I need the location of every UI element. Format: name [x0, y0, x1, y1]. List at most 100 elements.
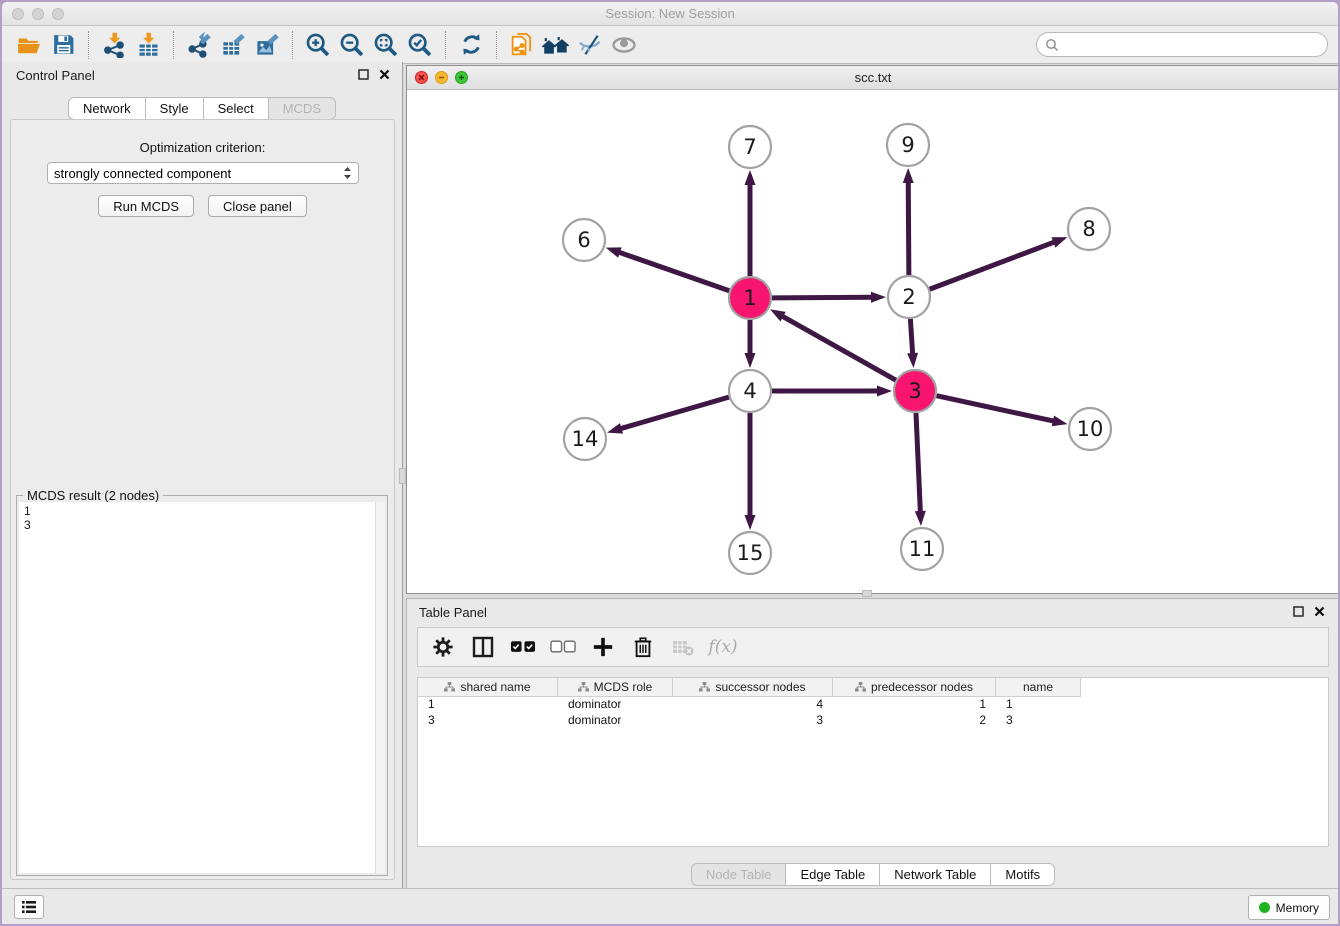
zoom-out-icon[interactable]: [335, 30, 369, 60]
edge-1-2[interactable]: [772, 297, 873, 298]
table-panel-title: Table Panel: [419, 605, 487, 620]
refresh-icon[interactable]: [454, 30, 488, 60]
column-header-MCDS-role[interactable]: MCDS role: [558, 678, 673, 697]
control-panel-title: Control Panel: [16, 68, 95, 83]
column-header-label: shared name: [460, 680, 530, 694]
home-icon[interactable]: [539, 30, 573, 60]
import-network-icon[interactable]: [97, 30, 131, 60]
mcds-result-text[interactable]: 1 3: [19, 502, 375, 873]
show-eye-icon: [607, 30, 641, 60]
toolbar-separator: [496, 31, 497, 59]
search-box[interactable]: [1036, 32, 1328, 57]
tab-network[interactable]: Network: [68, 97, 146, 120]
export-network-icon[interactable]: [182, 30, 216, 60]
graph-node-label-15: 15: [737, 541, 764, 565]
node-table: shared name MCDS role successor nodes prede…: [417, 677, 1329, 847]
close-table-panel-icon[interactable]: [1314, 606, 1325, 617]
tab-mcds[interactable]: MCDS: [269, 97, 336, 120]
table-cell[interactable]: 1: [996, 697, 1081, 713]
add-column-icon[interactable]: [590, 634, 616, 660]
edge-2-9[interactable]: [908, 181, 909, 275]
network-canvas[interactable]: 7968124314101511: [407, 90, 1338, 593]
horizontal-splitter-handle[interactable]: [862, 590, 872, 597]
edge-3-11[interactable]: [916, 413, 920, 513]
zoom-selected-icon[interactable]: [403, 30, 437, 60]
table-panel-tabs: Node Table Edge Table Network Table Moti…: [407, 863, 1338, 886]
save-session-icon[interactable]: [46, 30, 80, 60]
edge-arrowhead: [903, 168, 914, 183]
table-cell[interactable]: 4: [673, 697, 833, 713]
memory-status-icon: [1259, 902, 1270, 913]
tab-network-table[interactable]: Network Table: [880, 863, 991, 886]
graph-node-label-7: 7: [743, 135, 756, 159]
column-header-predecessor-nodes[interactable]: predecessor nodes: [833, 678, 996, 697]
app-titlebar: Session: New Session: [2, 2, 1338, 26]
edge-4-14[interactable]: [620, 397, 729, 429]
open-session-icon[interactable]: [12, 30, 46, 60]
column-header-label: successor nodes: [715, 680, 805, 694]
open-network-file-icon[interactable]: [505, 30, 539, 60]
zoom-in-icon[interactable]: [301, 30, 335, 60]
table-cell[interactable]: 2: [833, 713, 996, 729]
edge-2-8[interactable]: [930, 242, 1056, 290]
tab-motifs[interactable]: Motifs: [991, 863, 1055, 886]
column-type-icon: [578, 682, 589, 692]
network-graph[interactable]: 7968124314101511: [407, 90, 1338, 593]
close-panel-icon[interactable]: [379, 69, 390, 80]
task-history-button[interactable]: [14, 895, 44, 919]
optimization-criterion-label: Optimization criterion:: [11, 140, 394, 155]
edge-arrowhead: [745, 515, 756, 530]
search-input[interactable]: [1065, 35, 1327, 55]
run-mcds-button[interactable]: Run MCDS: [98, 195, 194, 217]
table-cell[interactable]: dominator: [558, 697, 673, 713]
zoom-fit-icon[interactable]: [369, 30, 403, 60]
column-header-filler: [1081, 678, 1328, 697]
criterion-select[interactable]: strongly connected component: [47, 162, 359, 184]
edge-arrowhead: [745, 353, 756, 368]
table-cell[interactable]: 1: [418, 697, 558, 713]
table-settings-gear-icon[interactable]: [430, 634, 456, 660]
edge-1-6[interactable]: [618, 252, 729, 291]
table-cell[interactable]: dominator: [558, 713, 673, 729]
import-table-icon[interactable]: [131, 30, 165, 60]
tab-edge-table[interactable]: Edge Table: [786, 863, 880, 886]
table-body: 1dominator4113dominator323: [418, 697, 1328, 729]
delete-column-icon[interactable]: [630, 634, 656, 660]
edge-3-10[interactable]: [936, 396, 1054, 422]
export-image-icon[interactable]: [250, 30, 284, 60]
table-cell[interactable]: 3: [418, 713, 558, 729]
app-title: Session: New Session: [2, 6, 1338, 21]
edge-arrowhead: [915, 511, 926, 526]
edge-2-3[interactable]: [910, 319, 912, 355]
result-scrollbar[interactable]: [375, 502, 385, 873]
hide-panels-eye-icon[interactable]: [573, 30, 607, 60]
table-cell[interactable]: 1: [833, 697, 996, 713]
export-table-icon[interactable]: [216, 30, 250, 60]
tab-node-table[interactable]: Node Table: [691, 863, 787, 886]
table-row[interactable]: 1dominator411: [418, 697, 1328, 713]
close-panel-button[interactable]: Close panel: [208, 195, 307, 217]
edge-3-1[interactable]: [781, 316, 895, 381]
select-stepper-icon: [343, 166, 352, 180]
column-header-name[interactable]: name: [996, 678, 1081, 697]
memory-button[interactable]: Memory: [1248, 895, 1330, 920]
mcds-result-title: MCDS result (2 nodes): [23, 488, 163, 503]
tab-style[interactable]: Style: [146, 97, 204, 120]
table-cell[interactable]: 3: [996, 713, 1081, 729]
tab-select[interactable]: Select: [204, 97, 269, 120]
memory-label: Memory: [1276, 901, 1319, 915]
column-header-successor-nodes[interactable]: successor nodes: [673, 678, 833, 697]
column-header-shared-name[interactable]: shared name: [418, 678, 558, 697]
network-view-window: scc.txt 7968124314101511: [406, 65, 1338, 594]
table-cell[interactable]: 3: [673, 713, 833, 729]
control-panel: Control Panel Network Style Select MCDS …: [2, 62, 403, 890]
float-panel-icon[interactable]: [358, 69, 369, 80]
mcds-result-group: MCDS result (2 nodes) 1 3: [16, 495, 388, 876]
float-table-panel-icon[interactable]: [1293, 606, 1304, 617]
deselect-all-rows-icon[interactable]: [550, 634, 576, 660]
select-all-rows-icon[interactable]: [510, 634, 536, 660]
table-row[interactable]: 3dominator323: [418, 713, 1328, 729]
show-columns-icon[interactable]: [470, 634, 496, 660]
vertical-splitter-handle[interactable]: [399, 468, 406, 484]
main-toolbar: [2, 26, 1338, 64]
